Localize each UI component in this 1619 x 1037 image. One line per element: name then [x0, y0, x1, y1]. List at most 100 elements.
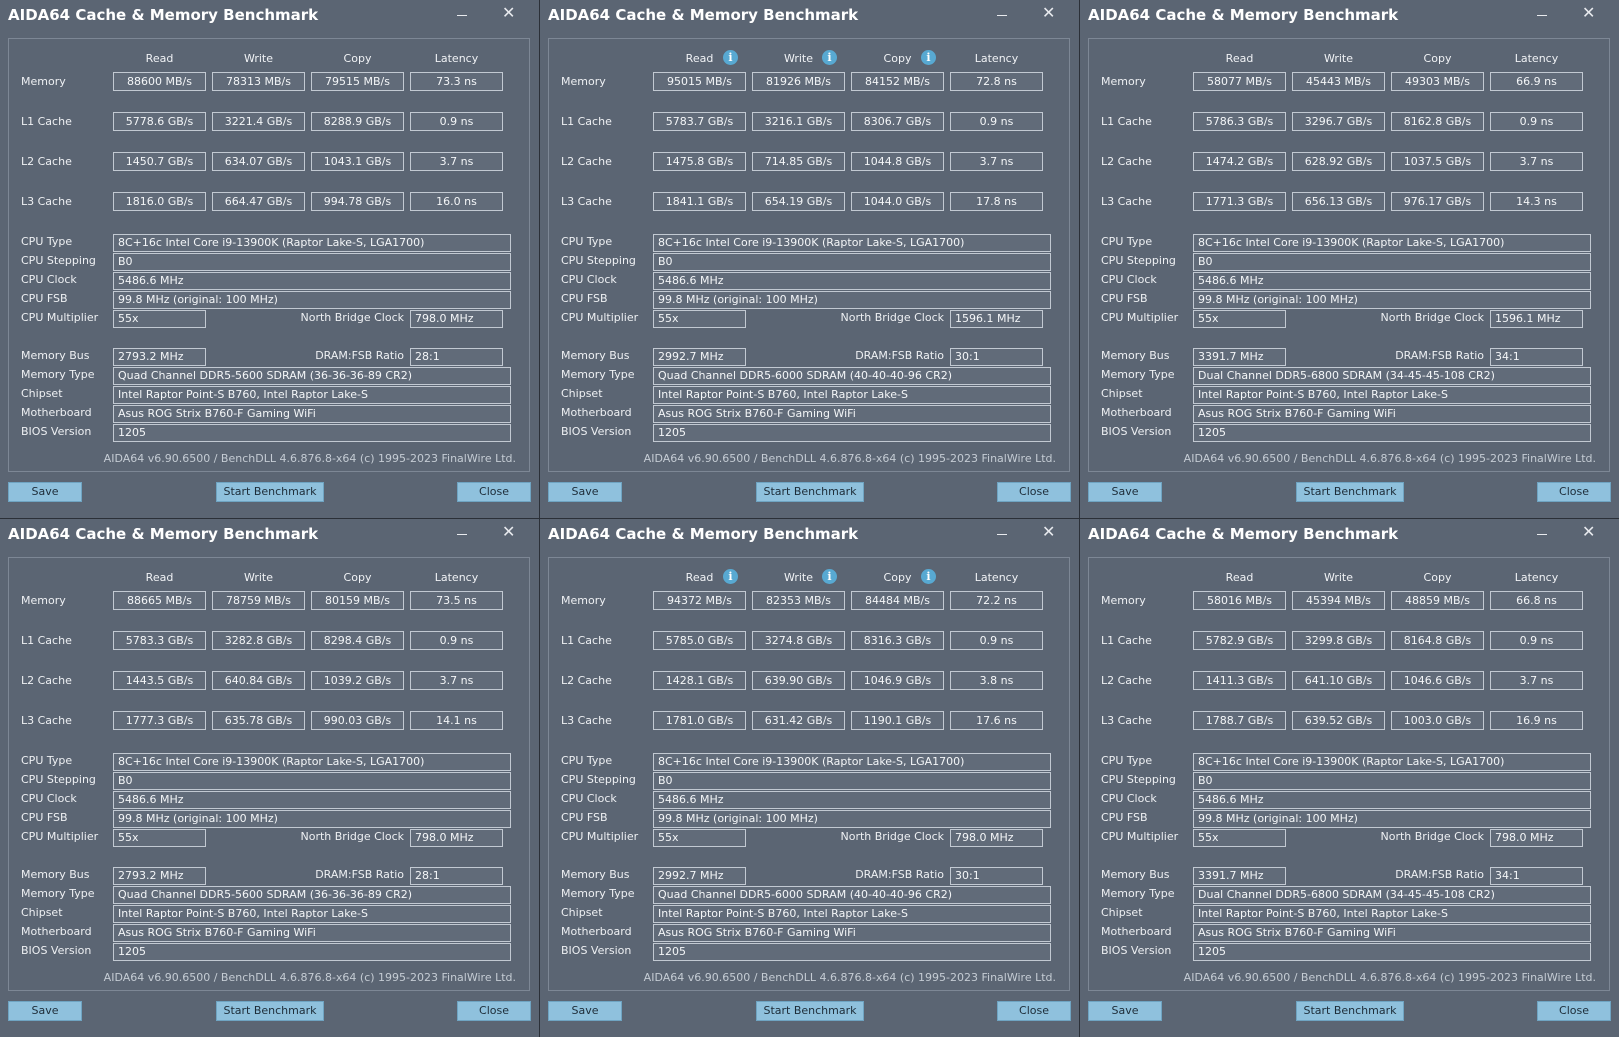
- label-motherboard: Motherboard: [1101, 406, 1172, 419]
- copyright-footer: AIDA64 v6.90.6500 / BenchDLL 4.6.876.8-x…: [103, 971, 516, 984]
- bios-version-value: 1205: [653, 943, 1051, 961]
- minimize-icon[interactable]: [997, 534, 1007, 535]
- close-icon[interactable]: ✕: [1582, 524, 1595, 540]
- start-benchmark-button[interactable]: Start Benchmark: [1296, 482, 1404, 502]
- save-button[interactable]: Save: [548, 482, 622, 502]
- column-header-latency: Latency: [1514, 571, 1559, 584]
- label-chipset: Chipset: [21, 387, 63, 400]
- l1-read-value: 5783.7 GB/s: [653, 112, 746, 131]
- start-benchmark-button[interactable]: Start Benchmark: [756, 482, 864, 502]
- motherboard-value: Asus ROG Strix B760-F Gaming WiFi: [653, 405, 1051, 423]
- start-benchmark-button[interactable]: Start Benchmark: [216, 482, 324, 502]
- close-icon[interactable]: ✕: [1042, 524, 1055, 540]
- l1-latency-value: 0.9 ns: [1490, 112, 1583, 131]
- label-cpu-type: CPU Type: [21, 235, 73, 248]
- results-panel: Read Write Copy Latency Memory 88600 MB/…: [8, 38, 530, 472]
- memory-type-value: Quad Channel DDR5-5600 SDRAM (36-36-36-8…: [113, 886, 511, 904]
- l2-latency-value: 3.7 ns: [410, 671, 503, 690]
- cpu-stepping-value: B0: [113, 772, 511, 790]
- cpu-stepping-value: B0: [653, 772, 1051, 790]
- l2-write-value: 641.10 GB/s: [1292, 671, 1385, 690]
- close-button[interactable]: Close: [997, 482, 1071, 502]
- save-button[interactable]: Save: [1088, 1001, 1162, 1021]
- l3-read-value: 1788.7 GB/s: [1193, 711, 1286, 730]
- benchmark-grid: AIDA64 Cache & Memory Benchmark ✕ Read W…: [0, 0, 1619, 1037]
- info-icon[interactable]: i: [723, 569, 738, 584]
- l3-write-value: 656.13 GB/s: [1292, 192, 1385, 211]
- close-button[interactable]: Close: [457, 482, 531, 502]
- title-bar: AIDA64 Cache & Memory Benchmark ✕: [0, 519, 539, 551]
- info-icon[interactable]: i: [822, 569, 837, 584]
- label-north-bridge-clock: North Bridge Clock: [1380, 830, 1484, 843]
- minimize-icon[interactable]: [1537, 15, 1547, 16]
- cpu-fsb-value: 99.8 MHz (original: 100 MHz): [653, 810, 1051, 828]
- close-icon[interactable]: ✕: [1042, 5, 1055, 21]
- cpu-fsb-value: 99.8 MHz (original: 100 MHz): [113, 291, 511, 309]
- info-icon[interactable]: i: [921, 50, 936, 65]
- close-icon[interactable]: ✕: [502, 5, 515, 21]
- close-icon[interactable]: ✕: [1582, 5, 1595, 21]
- row-label-l2-cache: L2 Cache: [21, 674, 72, 687]
- cpu-multiplier-value: 55x: [113, 829, 206, 847]
- l3-write-value: 631.42 GB/s: [752, 711, 845, 730]
- memory-write-value: 81926 MB/s: [752, 72, 845, 91]
- close-icon[interactable]: ✕: [502, 524, 515, 540]
- l1-latency-value: 0.9 ns: [1490, 631, 1583, 650]
- save-button[interactable]: Save: [548, 1001, 622, 1021]
- start-benchmark-button[interactable]: Start Benchmark: [756, 1001, 864, 1021]
- row-label-l3-cache: L3 Cache: [21, 195, 72, 208]
- title-bar: AIDA64 Cache & Memory Benchmark ✕: [540, 0, 1079, 32]
- label-chipset: Chipset: [561, 906, 603, 919]
- start-benchmark-button[interactable]: Start Benchmark: [1296, 1001, 1404, 1021]
- bios-version-value: 1205: [1193, 424, 1591, 442]
- column-header-write: Write: [1323, 571, 1354, 584]
- cpu-fsb-value: 99.8 MHz (original: 100 MHz): [653, 291, 1051, 309]
- label-motherboard: Motherboard: [561, 925, 632, 938]
- benchmark-window: AIDA64 Cache & Memory Benchmark ✕ Read W…: [0, 0, 539, 518]
- results-panel: Read Write Copy Latency i i i Memory 943…: [548, 557, 1070, 991]
- save-button[interactable]: Save: [1088, 482, 1162, 502]
- close-button[interactable]: Close: [457, 1001, 531, 1021]
- chipset-value: Intel Raptor Point-S B760, Intel Raptor …: [653, 905, 1051, 923]
- minimize-icon[interactable]: [457, 15, 467, 16]
- column-header-read: Read: [145, 52, 174, 65]
- memory-write-value: 45443 MB/s: [1292, 72, 1385, 91]
- row-label-l1-cache: L1 Cache: [561, 634, 612, 647]
- close-button[interactable]: Close: [1537, 1001, 1611, 1021]
- memory-read-value: 58016 MB/s: [1193, 591, 1286, 610]
- memory-write-value: 82353 MB/s: [752, 591, 845, 610]
- row-label-l3-cache: L3 Cache: [1101, 714, 1152, 727]
- bios-version-value: 1205: [1193, 943, 1591, 961]
- info-icon[interactable]: i: [822, 50, 837, 65]
- l1-latency-value: 0.9 ns: [950, 631, 1043, 650]
- save-button[interactable]: Save: [8, 1001, 82, 1021]
- save-button[interactable]: Save: [8, 482, 82, 502]
- close-button[interactable]: Close: [997, 1001, 1071, 1021]
- column-header-read: Read: [145, 571, 174, 584]
- minimize-icon[interactable]: [997, 15, 1007, 16]
- label-dram-fsb-ratio: DRAM:FSB Ratio: [315, 868, 404, 881]
- l1-copy-value: 8288.9 GB/s: [311, 112, 404, 131]
- l3-read-value: 1771.3 GB/s: [1193, 192, 1286, 211]
- cpu-multiplier-value: 55x: [113, 310, 206, 328]
- cpu-fsb-value: 99.8 MHz (original: 100 MHz): [1193, 291, 1591, 309]
- info-icon[interactable]: i: [921, 569, 936, 584]
- l1-read-value: 5782.9 GB/s: [1193, 631, 1286, 650]
- cpu-type-value: 8C+16c Intel Core i9-13900K (Raptor Lake…: [653, 234, 1051, 252]
- label-chipset: Chipset: [1101, 906, 1143, 919]
- close-button[interactable]: Close: [1537, 482, 1611, 502]
- l1-copy-value: 8164.8 GB/s: [1391, 631, 1484, 650]
- l2-read-value: 1411.3 GB/s: [1193, 671, 1286, 690]
- l1-read-value: 5783.3 GB/s: [113, 631, 206, 650]
- l3-latency-value: 14.3 ns: [1490, 192, 1583, 211]
- label-memory-bus: Memory Bus: [561, 868, 630, 881]
- start-benchmark-button[interactable]: Start Benchmark: [216, 1001, 324, 1021]
- minimize-icon[interactable]: [457, 534, 467, 535]
- copyright-footer: AIDA64 v6.90.6500 / BenchDLL 4.6.876.8-x…: [643, 452, 1056, 465]
- minimize-icon[interactable]: [1537, 534, 1547, 535]
- label-north-bridge-clock: North Bridge Clock: [840, 830, 944, 843]
- info-icon[interactable]: i: [723, 50, 738, 65]
- label-north-bridge-clock: North Bridge Clock: [840, 311, 944, 324]
- label-bios-version: BIOS Version: [21, 425, 92, 438]
- l3-copy-value: 994.78 GB/s: [311, 192, 404, 211]
